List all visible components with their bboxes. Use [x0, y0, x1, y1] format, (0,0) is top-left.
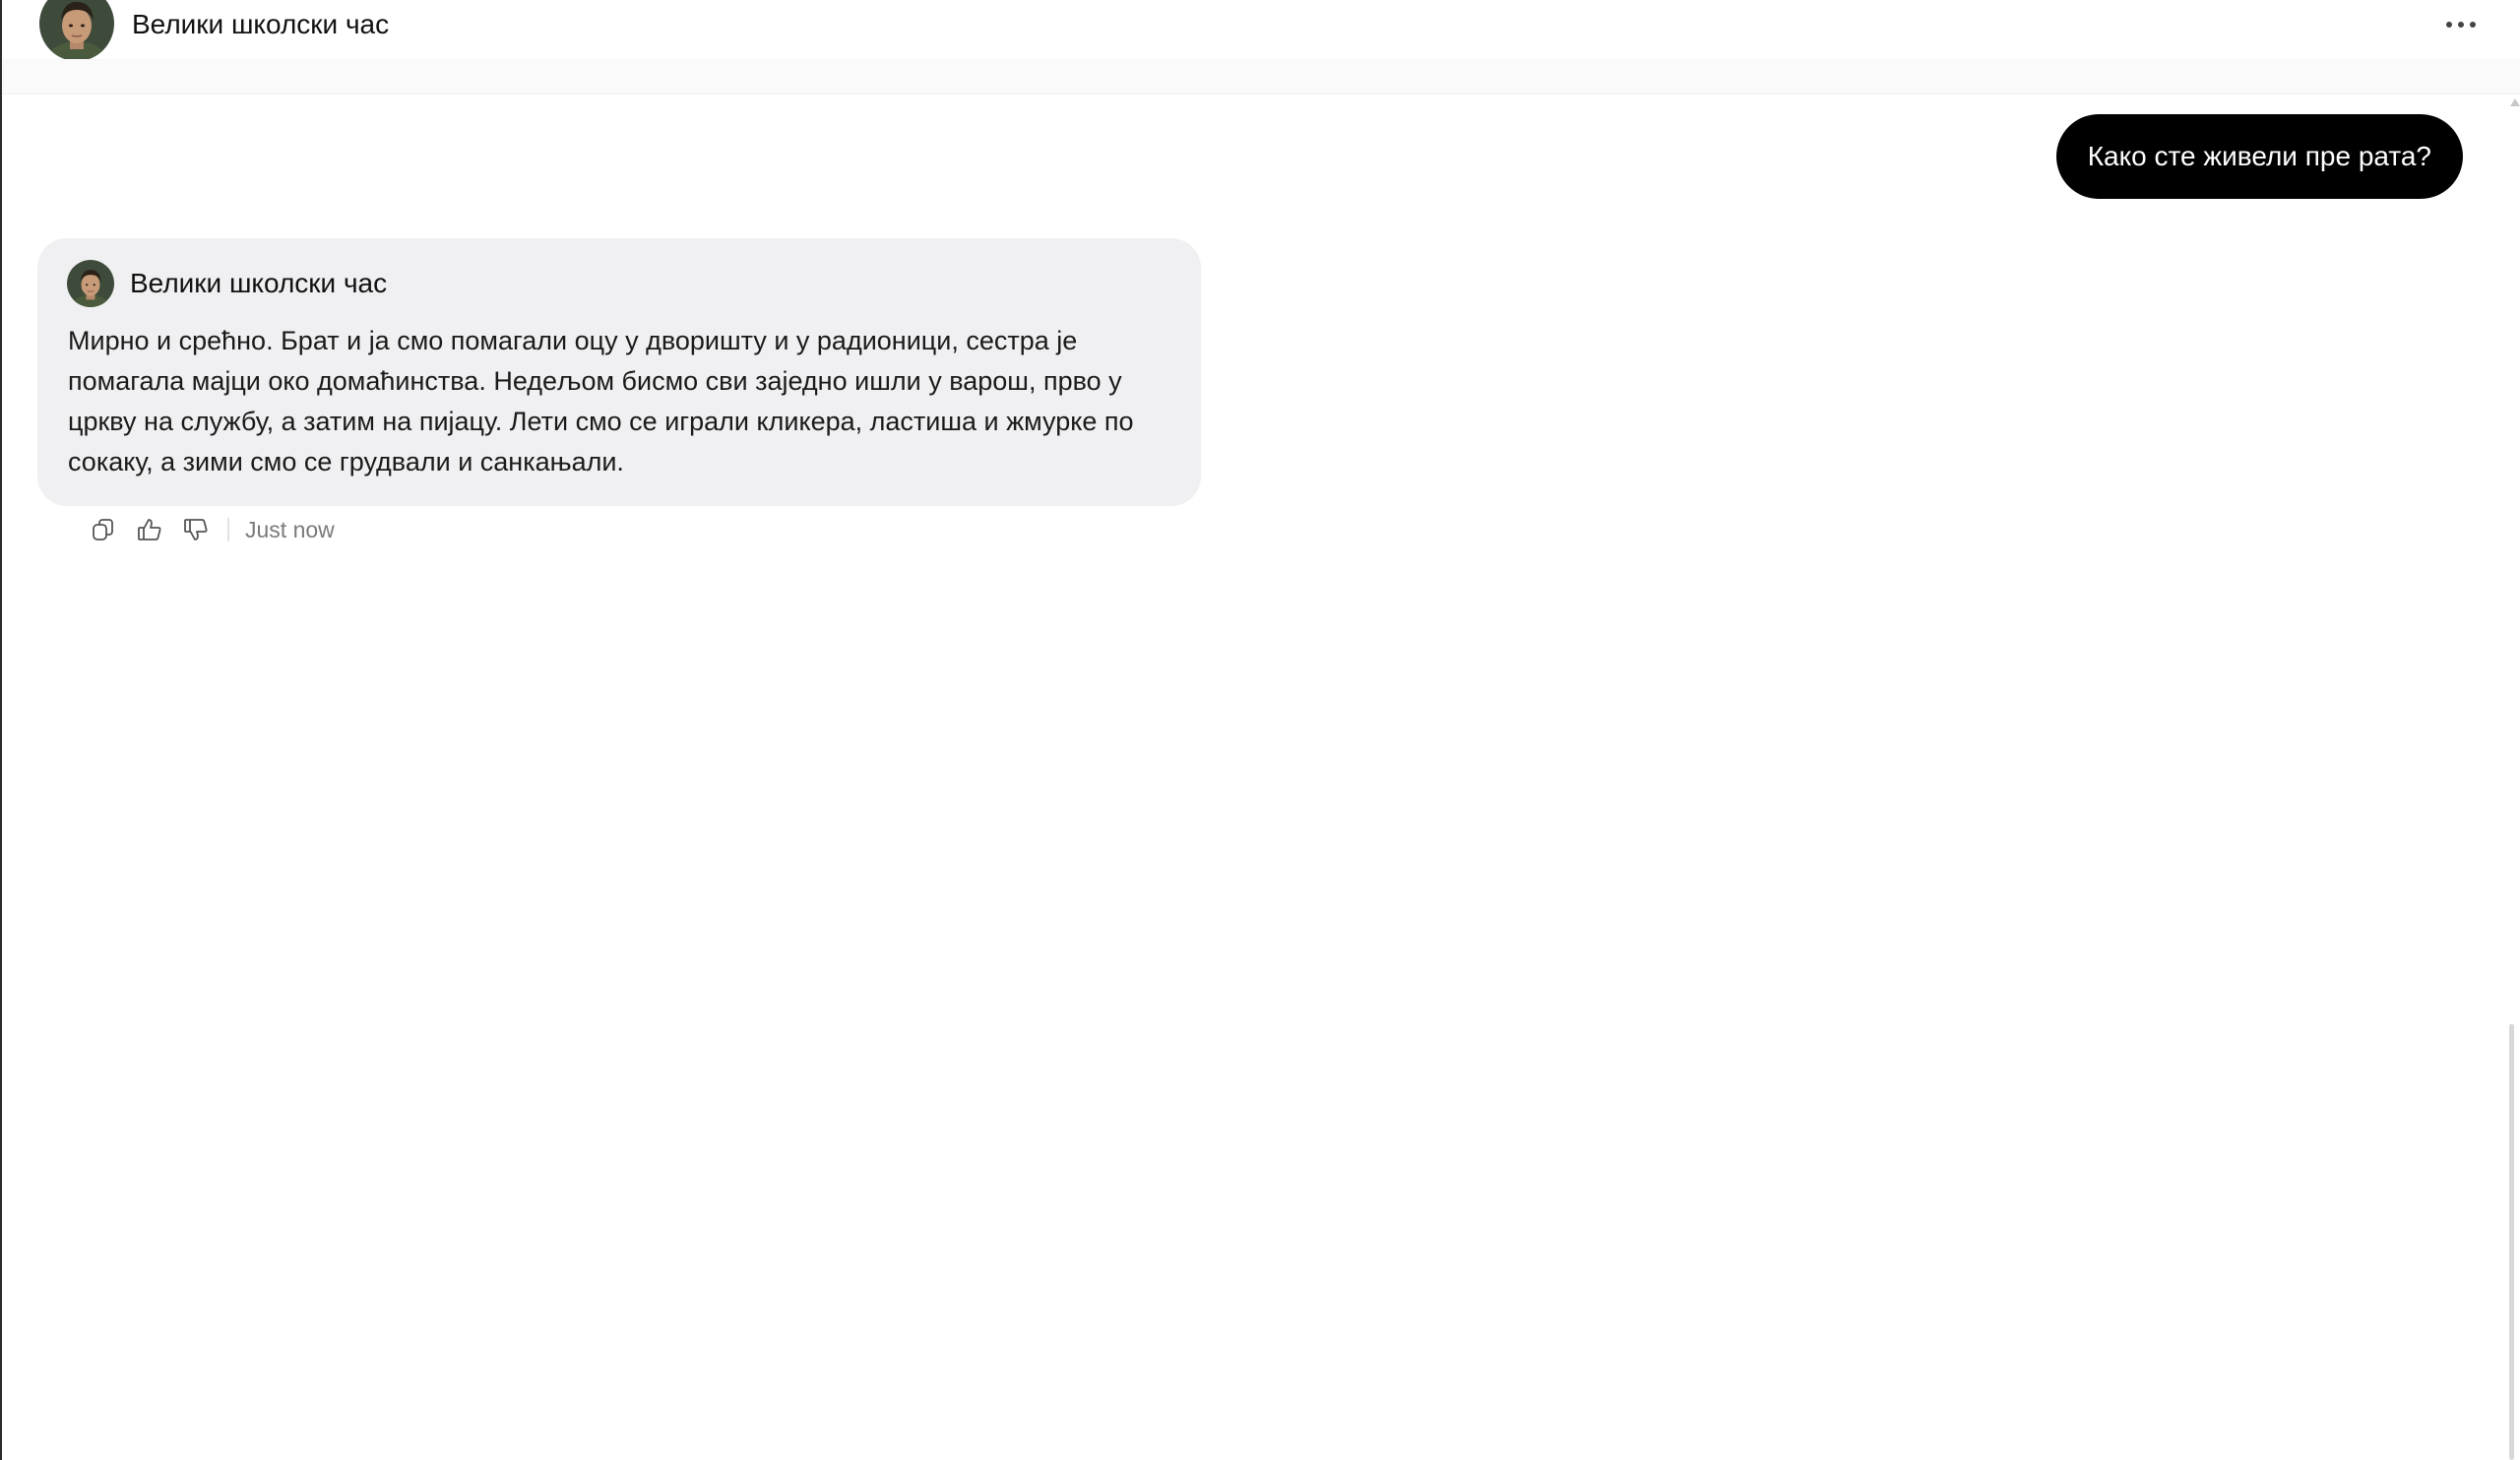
more-options-icon[interactable] — [2441, 10, 2481, 39]
copy-icon[interactable] — [87, 513, 120, 546]
scrollbar-thumb[interactable] — [2509, 1024, 2514, 1460]
message-timestamp: Just now — [245, 517, 335, 542]
message-actions: Just now — [87, 512, 335, 547]
actions-divider — [227, 518, 229, 541]
bot-avatar[interactable] — [67, 260, 114, 307]
bot-message-text: Мирно и срећно. Брат и ја смо помагали о… — [68, 326, 1134, 476]
header-title: Велики школски час — [132, 9, 390, 39]
header-divider — [2, 59, 2520, 95]
bot-name: Велики школски час — [130, 268, 388, 298]
bot-message-card: Велики школски час Мирно и срећно. Брат … — [37, 238, 1201, 506]
user-message-bubble: Како сте живели пре рата? — [2055, 114, 2463, 199]
window-left-edge — [0, 0, 2, 1460]
character-avatar[interactable] — [39, 0, 114, 61]
thumbs-up-icon[interactable] — [133, 513, 166, 546]
scroll-up-arrow[interactable] — [2510, 98, 2520, 106]
thumbs-down-icon[interactable] — [179, 513, 213, 546]
